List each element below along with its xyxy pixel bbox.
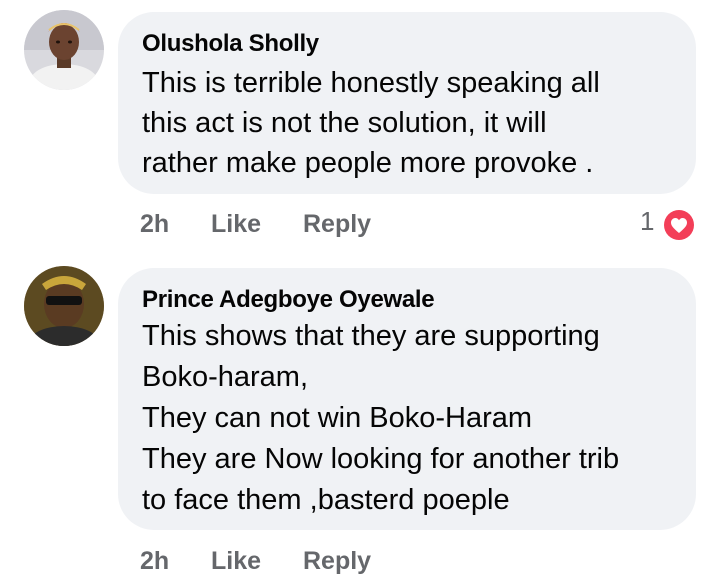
comment-text-line: Boko-haram, bbox=[142, 361, 309, 393]
heart-icon bbox=[662, 208, 696, 242]
comment-text-line: They can not win Boko-Haram bbox=[142, 402, 533, 434]
comment-text-line: this act is not the solution, it will bbox=[142, 107, 547, 139]
timestamp[interactable]: 2h bbox=[140, 210, 169, 239]
comment-text-line: rather make people more provoke . bbox=[142, 147, 594, 179]
comment-text-line: They are Now looking for another trib bbox=[142, 443, 620, 475]
comment-author[interactable]: Olushola Sholly bbox=[142, 30, 319, 58]
comment-text-line: to face them ,basterd poeple bbox=[142, 484, 510, 516]
reaction-count: 1 bbox=[640, 206, 655, 236]
comment-bubble: Olushola Sholly This is terrible honestl… bbox=[118, 12, 696, 194]
avatar[interactable] bbox=[24, 266, 104, 346]
comment-text-line: This shows that they are supporting bbox=[142, 320, 600, 352]
reply-button[interactable]: Reply bbox=[303, 547, 371, 576]
reply-button[interactable]: Reply bbox=[303, 210, 371, 239]
avatar[interactable] bbox=[24, 10, 104, 90]
avatar-image bbox=[24, 266, 104, 346]
timestamp[interactable]: 2h bbox=[140, 547, 169, 576]
like-button[interactable]: Like bbox=[211, 210, 261, 239]
comment-author[interactable]: Prince Adegboye Oyewale bbox=[142, 286, 435, 314]
comment-bubble: Prince Adegboye Oyewale This shows that … bbox=[118, 268, 696, 530]
like-button[interactable]: Like bbox=[211, 547, 261, 576]
avatar-image bbox=[24, 10, 104, 90]
comment-text-line: This is terrible honestly speaking all bbox=[142, 67, 600, 99]
